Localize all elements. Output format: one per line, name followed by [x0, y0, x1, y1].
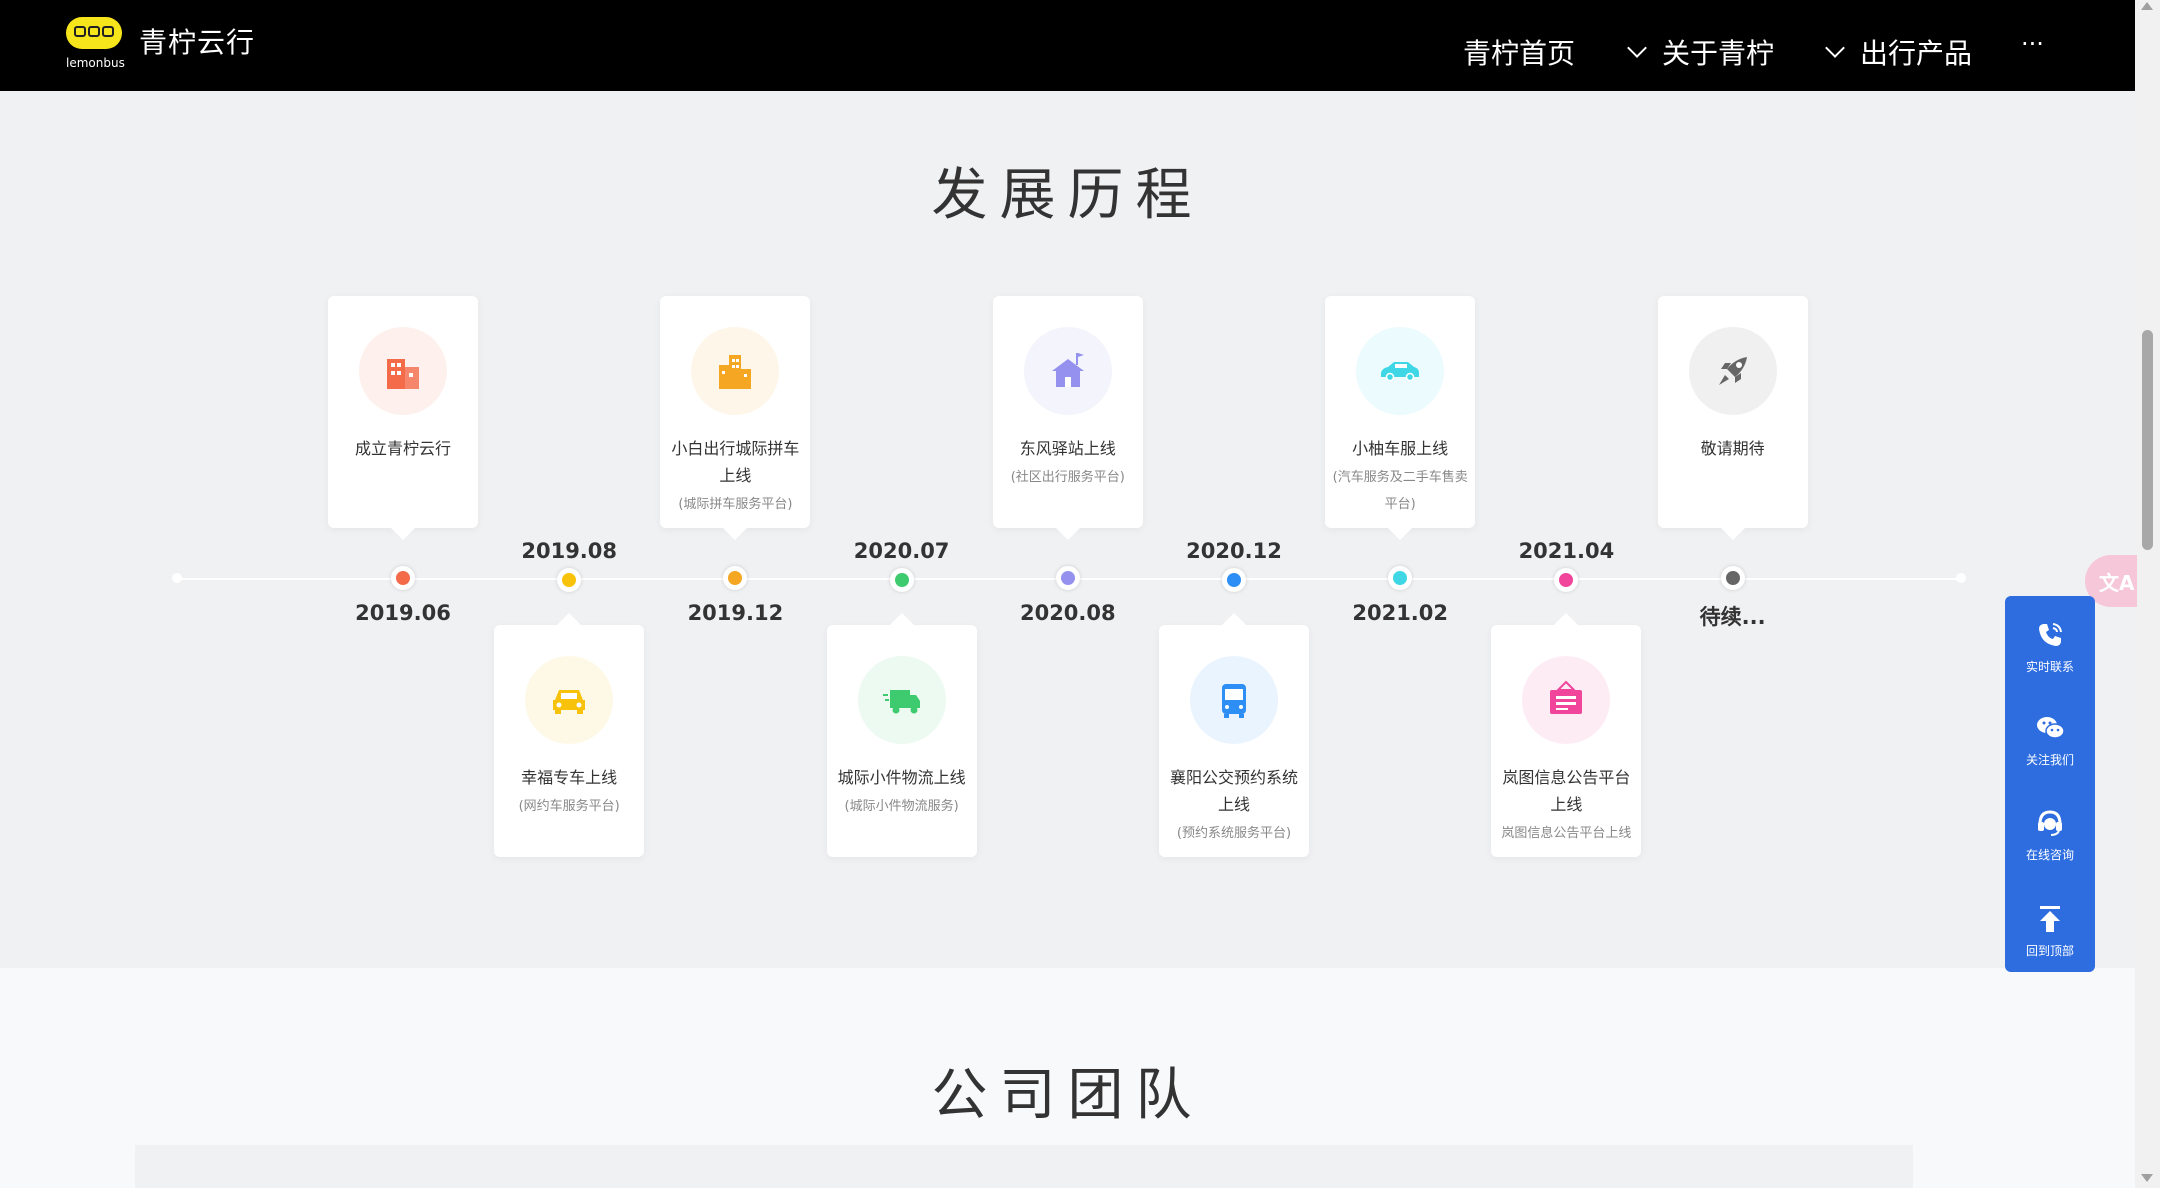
scrollbar-thumb[interactable] — [2142, 330, 2153, 550]
top-navbar: lemonbus 青柠云行 青柠首页 关于青柠 出行产品 ··· — [0, 0, 2135, 91]
team-section-title: 公司团队 — [931, 1063, 1204, 1128]
notice-board-icon — [1522, 656, 1611, 744]
sedan-icon — [1356, 327, 1445, 415]
nav-item-label: 关于青柠 — [1662, 37, 1775, 70]
milestone-subtitle: (社区出行服务平台) — [1010, 470, 1125, 485]
lemonbus-logo-icon — [66, 17, 122, 49]
side-item-label: 在线咨询 — [2025, 848, 2074, 862]
team-content-panel — [135, 1145, 1913, 1188]
timeline-date: 待续... — [1699, 605, 1766, 629]
timeline-dot — [391, 566, 415, 590]
milestone-card[interactable]: 成立青柠云行 — [328, 296, 478, 540]
timeline-date: 2019.08 — [521, 539, 618, 563]
milestone-card[interactable]: 岚图信息公告平台上线 岚图信息公告平台上线 — [1491, 613, 1642, 857]
house-flag-icon — [1023, 327, 1112, 415]
milestone-card[interactable]: 小白出行城际拼车上线 (城际拼车服务平台) — [660, 296, 811, 540]
milestone-title: 襄阳公交预约系统上线 — [1169, 768, 1298, 814]
milestone-subtitle: (汽车服务及二手车售卖平台) — [1332, 470, 1468, 512]
timeline-dot — [1720, 566, 1745, 590]
brand-name: 青柠云行 — [139, 26, 256, 59]
card-pointer — [889, 613, 914, 625]
bus-icon — [1190, 656, 1278, 744]
milestone-card[interactable]: 城际小件物流上线 (城际小件物流服务) — [826, 613, 977, 857]
nav-item-products[interactable]: 出行产品 — [1825, 32, 1973, 72]
page-scrollbar[interactable] — [2135, 0, 2160, 1188]
milestone-card[interactable]: 襄阳公交预约系统上线 (预约系统服务平台) — [1159, 613, 1309, 857]
timeline-dot — [557, 568, 582, 592]
nav-more-button[interactable]: ··· — [2021, 30, 2044, 58]
timeline-date: 2020.08 — [1019, 601, 1116, 625]
card-pointer — [557, 613, 582, 625]
chevron-down-icon — [1627, 38, 1647, 58]
milestone-title: 敬请期待 — [1700, 439, 1765, 458]
side-item-label: 回到顶部 — [2025, 944, 2074, 958]
milestone-title: 城际小件物流上线 — [837, 768, 966, 787]
side-realtime-contact-button[interactable]: 实时联系 — [2005, 608, 2095, 688]
side-item-label: 关注我们 — [2025, 753, 2074, 767]
milestone-subtitle: (网约车服务平台) — [518, 799, 620, 814]
milestone-card[interactable]: 东风驿站上线 (社区出行服务平台) — [992, 296, 1143, 540]
truck-icon — [857, 656, 946, 744]
chevron-down-icon — [1825, 38, 1845, 58]
logo-subtext: lemonbus — [66, 56, 125, 70]
timeline-dot — [1222, 568, 1246, 592]
card-pointer — [1222, 613, 1246, 625]
timeline-date: 2021.04 — [1518, 539, 1615, 563]
wechat-icon — [2037, 717, 2065, 739]
timeline-end-dot — [1956, 573, 1966, 583]
milestone-title: 东风驿站上线 — [1019, 439, 1116, 458]
milestone-subtitle: (城际小件物流服务) — [844, 799, 959, 814]
card-pointer — [1554, 613, 1579, 625]
timeline-dot — [889, 568, 914, 592]
milestone-subtitle: (预约系统服务平台) — [1176, 826, 1292, 841]
milestone-title: 幸福专车上线 — [521, 768, 618, 787]
milestone-title: 小白出行城际拼车上线 — [671, 439, 800, 485]
history-section-title: 发展历程 — [931, 163, 1204, 228]
nav-item-label: 青柠首页 — [1463, 37, 1576, 70]
card-pointer — [1055, 528, 1080, 540]
milestone-card[interactable]: 幸福专车上线 (网约车服务平台) — [494, 613, 645, 857]
timeline-date: 2020.07 — [853, 539, 950, 563]
translate-icon: 文A — [2099, 571, 2135, 595]
timeline-start-dot — [172, 573, 182, 583]
floating-contact-panel: 实时联系 关注我们 在线咨询 回到顶部 — [2005, 596, 2095, 972]
rocket-icon — [1688, 327, 1777, 415]
timeline-dot — [723, 566, 748, 590]
milestone-title: 岚图信息公告平台上线 — [1502, 768, 1631, 814]
side-item-label: 实时联系 — [2025, 660, 2074, 674]
timeline-date: 2019.06 — [355, 601, 451, 625]
card-pointer — [1388, 528, 1413, 540]
timeline-dot — [1388, 566, 1413, 590]
back-to-top-icon — [2040, 906, 2060, 932]
timeline-date: 2020.12 — [1186, 539, 1282, 563]
side-online-consult-button[interactable]: 在线咨询 — [2005, 796, 2095, 876]
milestone-title: 成立青柠云行 — [354, 439, 451, 458]
card-pointer — [391, 528, 415, 540]
scroll-down-arrow-icon[interactable] — [2141, 1174, 2153, 1182]
milestone-subtitle: 岚图信息公告平台上线 — [1501, 826, 1632, 841]
phone-icon — [2039, 623, 2062, 646]
milestone-title: 小柚车服上线 — [1352, 439, 1449, 458]
nav-item-label: 出行产品 — [1860, 37, 1973, 70]
timeline-dot — [1055, 566, 1080, 590]
card-pointer — [723, 528, 748, 540]
timeline-date: 2021.02 — [1352, 601, 1449, 625]
milestone-card[interactable]: 敬请期待 — [1657, 296, 1808, 540]
car-icon — [525, 656, 614, 744]
timeline-date: 2019.12 — [687, 601, 784, 625]
city-buildings-icon — [691, 327, 780, 415]
building-icon — [359, 327, 447, 415]
scroll-up-arrow-icon[interactable] — [2141, 2, 2153, 10]
card-pointer — [1720, 528, 1745, 540]
headset-icon — [2038, 810, 2062, 836]
nav-item-home[interactable]: 青柠首页 — [1463, 32, 1575, 72]
nav-item-about[interactable]: 关于青柠 — [1627, 32, 1775, 72]
side-follow-us-button[interactable]: 关注我们 — [2005, 701, 2095, 781]
milestone-card[interactable]: 小柚车服上线 (汽车服务及二手车售卖平台) — [1325, 296, 1476, 540]
back-to-top-button[interactable]: 回到顶部 — [2005, 892, 2095, 972]
timeline-dot — [1554, 568, 1579, 592]
milestone-subtitle: (城际拼车服务平台) — [678, 497, 793, 512]
